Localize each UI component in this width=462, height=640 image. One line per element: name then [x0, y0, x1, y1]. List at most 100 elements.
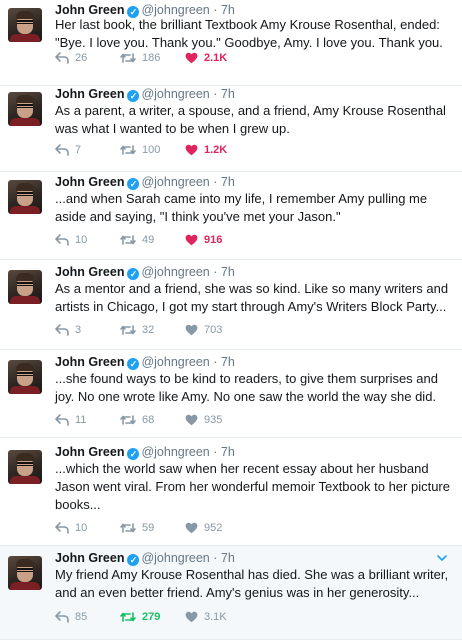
- author-handle[interactable]: @johngreen: [141, 3, 209, 17]
- author-name[interactable]: John Green: [55, 265, 124, 279]
- heart-icon: [185, 144, 198, 156]
- like-button[interactable]: 916: [185, 232, 222, 248]
- reply-icon: [55, 52, 69, 64]
- like-button[interactable]: 1.2K: [185, 142, 227, 158]
- retweet-button[interactable]: 279: [120, 609, 160, 625]
- separator-dot: ·: [213, 87, 218, 101]
- author-handle[interactable]: @johngreen: [141, 445, 209, 459]
- tweet-timestamp[interactable]: 7h: [221, 265, 235, 279]
- author-name[interactable]: John Green: [55, 87, 124, 101]
- retweet-button[interactable]: 32: [120, 322, 154, 338]
- author-handle[interactable]: @johngreen: [141, 87, 209, 101]
- verified-badge-icon: ✓: [127, 268, 140, 280]
- reply-button[interactable]: 26: [55, 50, 87, 66]
- retweet-icon: [120, 325, 136, 335]
- retweet-icon: [120, 612, 136, 622]
- reply-count: 85: [75, 611, 88, 623]
- retweet-count: 49: [142, 234, 155, 246]
- retweet-button[interactable]: 186: [120, 50, 160, 66]
- tweet[interactable]: John Green ✓ @johngreen · 7h My friend Amy…: [0, 546, 462, 640]
- tweet-timestamp[interactable]: 7h: [221, 87, 235, 101]
- like-button[interactable]: 3.1K: [185, 609, 227, 625]
- reply-button[interactable]: 85: [55, 609, 87, 625]
- reply-icon: [55, 522, 69, 534]
- tweet-timestamp[interactable]: 7h: [221, 551, 235, 565]
- tweet-timestamp[interactable]: 7h: [221, 355, 235, 369]
- tweet-timestamp[interactable]: 7h: [221, 3, 235, 17]
- tweet-timestamp[interactable]: 7h: [221, 445, 235, 459]
- author-name[interactable]: John Green: [55, 3, 124, 17]
- retweet-icon: [120, 415, 136, 425]
- like-button[interactable]: 703: [185, 322, 222, 338]
- tweet-text: Her last book, the brilliant Textbook Am…: [55, 17, 443, 50]
- tweet[interactable]: John Green ✓ @johngreen · 7h As a mentor a…: [0, 260, 462, 350]
- heart-icon: [185, 414, 198, 426]
- retweet-button[interactable]: 59: [120, 520, 154, 536]
- reply-count: 7: [75, 144, 82, 156]
- tweet-text: My friend Amy Krouse Rosenthal has died.…: [55, 567, 449, 600]
- like-count: 3.1K: [204, 611, 227, 623]
- reply-button[interactable]: 7: [55, 142, 81, 158]
- reply-button[interactable]: 10: [55, 520, 87, 536]
- author-handle[interactable]: @johngreen: [141, 551, 209, 565]
- reply-icon: [55, 324, 69, 336]
- tweet[interactable]: John Green ✓ @johngreen · 7h Her last book…: [0, 0, 462, 86]
- retweet-button[interactable]: 100: [120, 142, 160, 158]
- retweet-count: 186: [142, 52, 161, 64]
- tweet-header: John Green ✓ @johngreen · 7h: [55, 264, 235, 280]
- retweet-icon: [120, 235, 136, 245]
- tweet[interactable]: John Green ✓ @johngreen · 7h ...she found …: [0, 350, 462, 438]
- reply-button[interactable]: 11: [55, 412, 86, 428]
- like-button[interactable]: 2.1K: [185, 50, 227, 66]
- tweet[interactable]: John Green ✓ @johngreen · 7h As a parent, …: [0, 86, 462, 172]
- avatar[interactable]: [8, 360, 42, 394]
- author-name[interactable]: John Green: [55, 551, 124, 565]
- avatar[interactable]: [8, 270, 42, 304]
- separator-dot: ·: [213, 551, 218, 565]
- like-count: 1.2K: [204, 144, 228, 156]
- reply-count: 26: [75, 52, 88, 64]
- avatar[interactable]: [8, 92, 42, 126]
- tweet-header: John Green ✓ @johngreen · 7h: [55, 550, 235, 566]
- retweet-icon: [120, 145, 136, 155]
- author-handle[interactable]: @johngreen: [141, 355, 209, 369]
- reply-icon: [55, 611, 69, 623]
- retweet-icon: [120, 523, 136, 533]
- tweet[interactable]: John Green ✓ @johngreen · 7h ...and when S…: [0, 172, 462, 260]
- author-name[interactable]: John Green: [55, 355, 124, 369]
- reply-button[interactable]: 10: [55, 232, 87, 248]
- heart-icon: [185, 234, 198, 246]
- heart-icon: [185, 52, 198, 64]
- tweet-text: ...and when Sarah came into my life, I r…: [55, 191, 428, 224]
- tweet[interactable]: John Green ✓ @johngreen · 7h ...which the …: [0, 438, 462, 546]
- reply-button[interactable]: 3: [55, 322, 81, 338]
- like-count: 703: [204, 324, 223, 336]
- retweet-count: 68: [142, 414, 155, 426]
- author-handle[interactable]: @johngreen: [141, 175, 209, 189]
- heart-icon: [185, 324, 198, 336]
- reply-count: 3: [75, 324, 82, 336]
- avatar[interactable]: [8, 8, 42, 42]
- reply-count: 11: [75, 414, 87, 426]
- like-button[interactable]: 935: [185, 412, 222, 428]
- like-button[interactable]: 952: [185, 520, 222, 536]
- author-name[interactable]: John Green: [55, 175, 124, 189]
- like-count: 916: [204, 234, 223, 246]
- like-count: 935: [204, 414, 223, 426]
- separator-dot: ·: [213, 445, 218, 459]
- author-handle[interactable]: @johngreen: [141, 265, 209, 279]
- separator-dot: ·: [213, 265, 218, 279]
- retweet-button[interactable]: 49: [120, 232, 154, 248]
- reply-count: 10: [75, 234, 88, 246]
- author-name[interactable]: John Green: [55, 445, 124, 459]
- retweet-count: 32: [142, 324, 155, 336]
- chevron-down-icon[interactable]: [436, 551, 448, 563]
- avatar[interactable]: [8, 450, 42, 484]
- heart-icon: [185, 522, 198, 534]
- avatar[interactable]: [8, 556, 42, 590]
- avatar[interactable]: [8, 180, 42, 214]
- retweet-button[interactable]: 68: [120, 412, 154, 428]
- tweet-header: John Green ✓ @johngreen · 7h: [55, 444, 235, 460]
- heart-icon: [185, 611, 198, 623]
- tweet-timestamp[interactable]: 7h: [221, 175, 235, 189]
